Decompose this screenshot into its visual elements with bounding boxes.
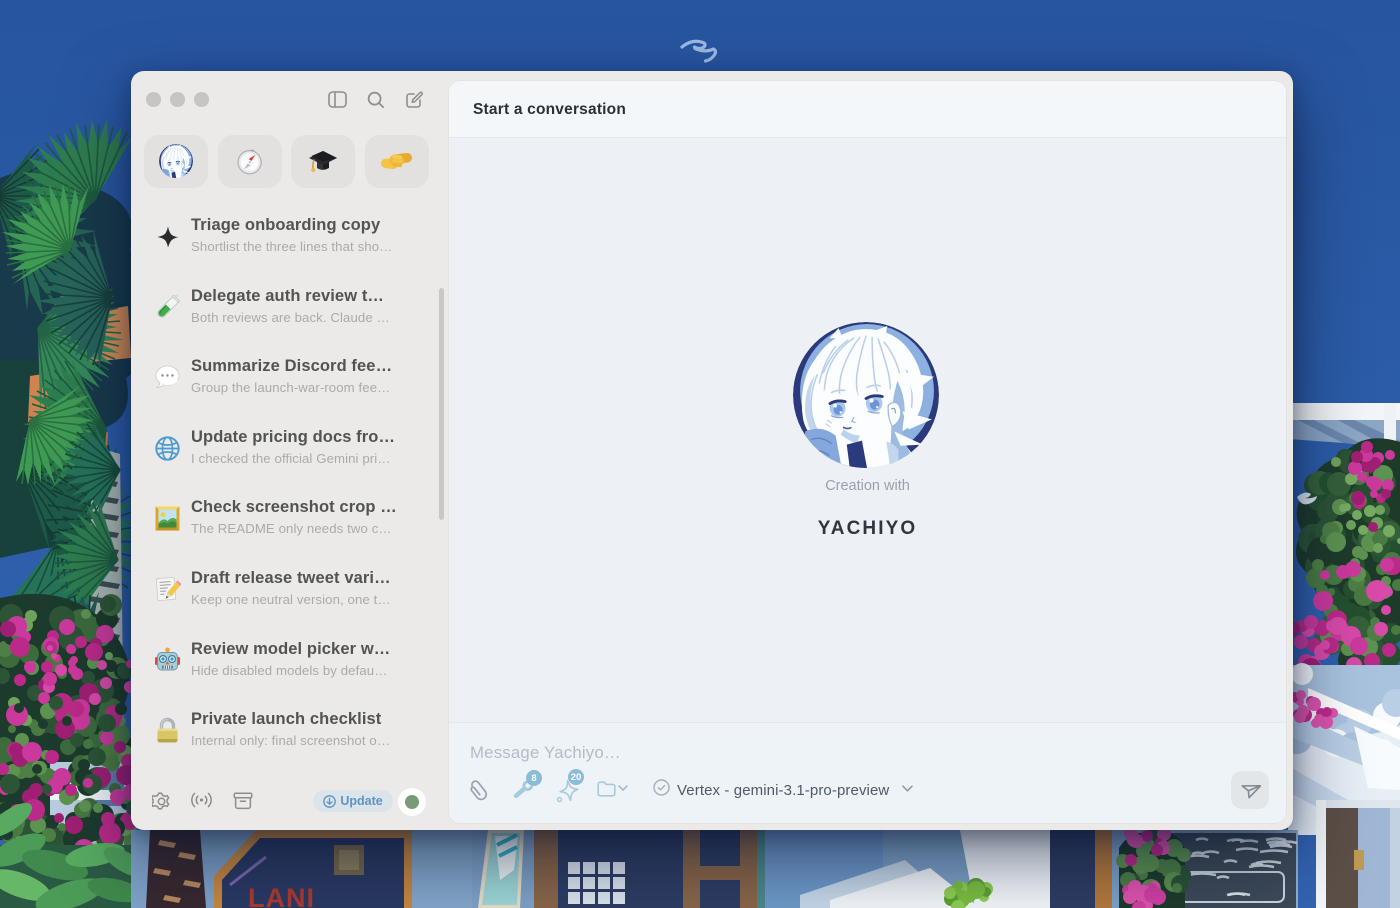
- svg-text:LANI: LANI: [248, 883, 315, 908]
